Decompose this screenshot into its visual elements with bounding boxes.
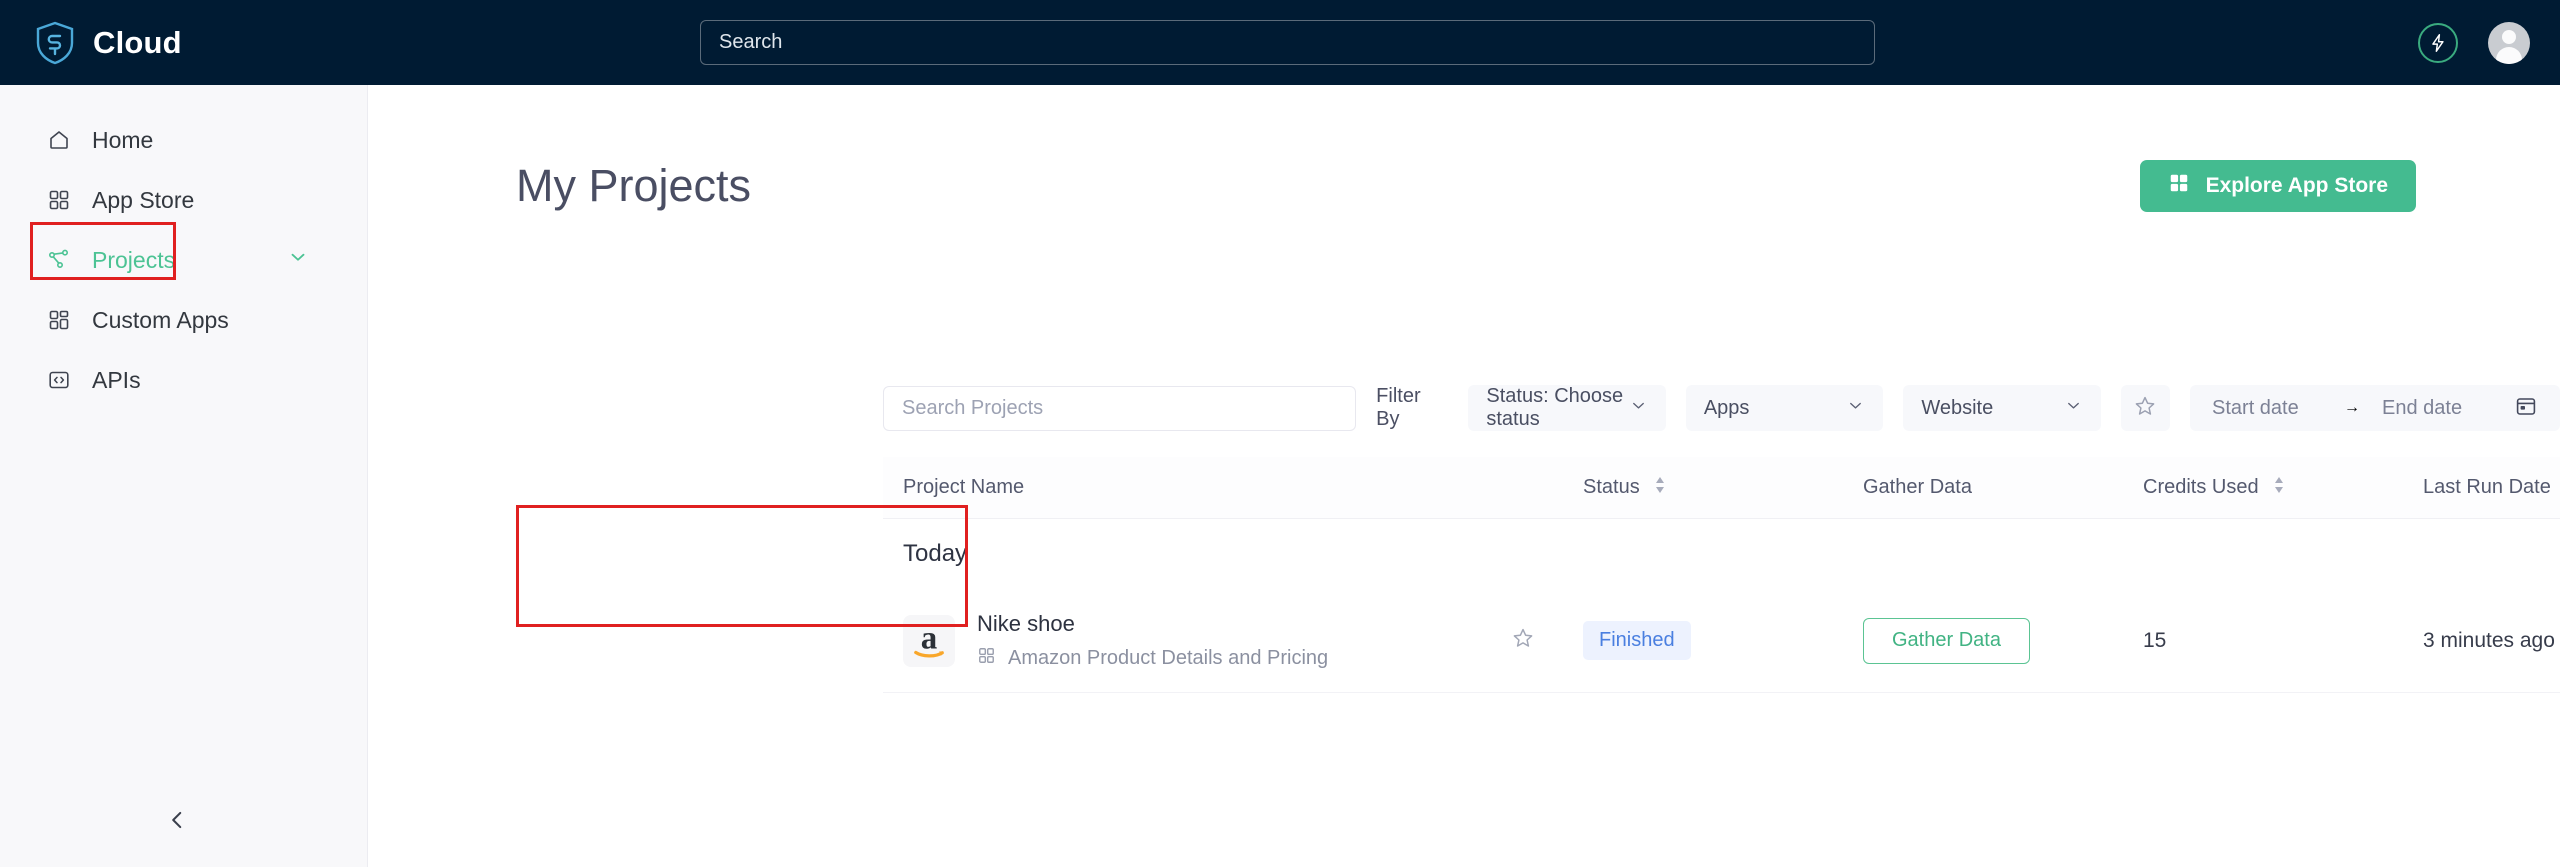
- sidebar-item-projects[interactable]: Projects: [0, 230, 367, 290]
- status-badge: Finished: [1583, 621, 1691, 660]
- brand: Cloud: [35, 21, 335, 65]
- user-avatar-icon[interactable]: [2488, 21, 2530, 64]
- project-app: Amazon Product Details and Pricing: [977, 646, 1328, 671]
- header-right-actions: [2418, 0, 2530, 85]
- filter-bar: Filter By Status: Choose status Apps Web…: [883, 385, 2560, 431]
- search-projects-input[interactable]: [883, 385, 1357, 431]
- sidebar-item-label: APIs: [92, 366, 141, 393]
- global-search-input[interactable]: [700, 20, 1875, 65]
- favorites-filter-button[interactable]: [2120, 385, 2171, 431]
- main-content: My Projects Explore App Store Filter By …: [368, 85, 2560, 867]
- date-range-arrow: →: [2344, 399, 2361, 416]
- table-header-row: Project Name Status Gather Data Credits …: [883, 457, 2560, 519]
- home-icon: [46, 127, 72, 153]
- top-header-bar: Cloud: [0, 0, 2560, 85]
- sidebar-item-app-store[interactable]: App Store: [0, 170, 367, 230]
- star-outline-icon: [2133, 394, 2157, 423]
- shield-s-logo-icon: [35, 21, 75, 65]
- column-header-status[interactable]: Status: [1583, 475, 1863, 501]
- project-row-nike-shoe[interactable]: a Nike shoe Amazon Product Details and P…: [883, 589, 2560, 693]
- page-title: My Projects: [516, 160, 752, 211]
- project-name-cell[interactable]: a Nike shoe Amazon Product Details and P…: [883, 611, 1463, 671]
- start-date-input[interactable]: [2212, 396, 2323, 420]
- grid-icon: [2168, 172, 2190, 200]
- status-filter-select[interactable]: Status: Choose status: [1468, 385, 1666, 431]
- website-filter-select[interactable]: Website: [1903, 385, 2101, 431]
- explore-app-store-button[interactable]: Explore App Store: [2139, 160, 2416, 212]
- sort-icon: [1654, 475, 1666, 501]
- column-header-gather-data: Gather Data: [1863, 476, 1972, 498]
- chevron-down-icon[interactable]: [287, 246, 309, 274]
- sort-icon: [2273, 475, 2285, 501]
- sidebar-item-home[interactable]: Home: [0, 110, 367, 170]
- project-credits-cell: 15: [2143, 629, 2423, 653]
- amazon-logo-icon: a: [903, 614, 955, 667]
- sidebar: Home App Store Projects Custom Apps APIs: [0, 85, 368, 867]
- chevron-down-icon: [2064, 396, 2083, 421]
- apps-filter-select[interactable]: Apps: [1685, 385, 1884, 431]
- chevron-down-icon: [1846, 396, 1865, 421]
- filter-by-label: Filter By: [1376, 385, 1421, 430]
- sidebar-item-custom-apps[interactable]: Custom Apps: [0, 290, 367, 350]
- website-filter-value: Website: [1921, 396, 1994, 419]
- code-icon: [46, 367, 72, 393]
- project-app-name: Amazon Product Details and Pricing: [1008, 646, 1329, 669]
- brand-name: Cloud: [93, 24, 182, 60]
- sidebar-item-label: Home: [92, 126, 154, 153]
- apps-filter-value: Apps: [1703, 396, 1750, 419]
- page-header: My Projects Explore App Store: [516, 160, 2416, 212]
- date-range-picker[interactable]: →: [2190, 385, 2560, 431]
- table-group-label: Today: [903, 540, 968, 567]
- sidebar-nav: Home App Store Projects Custom Apps APIs: [0, 85, 367, 410]
- layout-grid-icon: [46, 307, 72, 333]
- chevron-left-icon: [164, 807, 190, 838]
- column-header-credits-used[interactable]: Credits Used: [2143, 475, 2423, 501]
- project-name: Nike shoe: [977, 610, 1075, 636]
- sitemap-icon: [46, 247, 72, 273]
- grid-icon: [46, 187, 72, 213]
- sidebar-item-label: App Store: [92, 186, 195, 213]
- end-date-input[interactable]: [2382, 396, 2493, 420]
- gather-data-button[interactable]: Gather Data: [1863, 617, 2030, 664]
- credits-used-value: 15: [2143, 628, 2167, 652]
- last-run-date-value: 3 minutes ago: [2423, 628, 2555, 652]
- calendar-icon[interactable]: [2514, 394, 2538, 423]
- star-outline-icon: [1511, 626, 1535, 656]
- column-header-last-run-date[interactable]: Last Run Date: [2423, 475, 2560, 501]
- status-filter-value: Status: Choose status: [1486, 385, 1624, 430]
- explore-app-store-label: Explore App Store: [2205, 174, 2388, 197]
- column-header-project-name: Project Name: [903, 476, 1025, 498]
- sidebar-item-label: Custom Apps: [92, 306, 229, 333]
- lightning-bolt-icon[interactable]: [2418, 22, 2458, 63]
- sidebar-collapse-button[interactable]: [160, 805, 194, 839]
- svg-text:a: a: [921, 620, 938, 656]
- project-gather-data-cell: Gather Data: [1863, 617, 2143, 664]
- sidebar-item-apis[interactable]: APIs: [0, 350, 367, 410]
- chevron-down-icon: [1629, 396, 1648, 421]
- sidebar-item-label: Projects: [92, 246, 176, 273]
- project-favorite-button[interactable]: [1463, 626, 1583, 656]
- grid-icon: [977, 646, 996, 671]
- projects-table: Project Name Status Gather Data Credits …: [883, 457, 2560, 693]
- project-status-cell: Finished: [1583, 621, 1863, 660]
- project-last-run-cell: 3 minutes ago: [2423, 629, 2560, 653]
